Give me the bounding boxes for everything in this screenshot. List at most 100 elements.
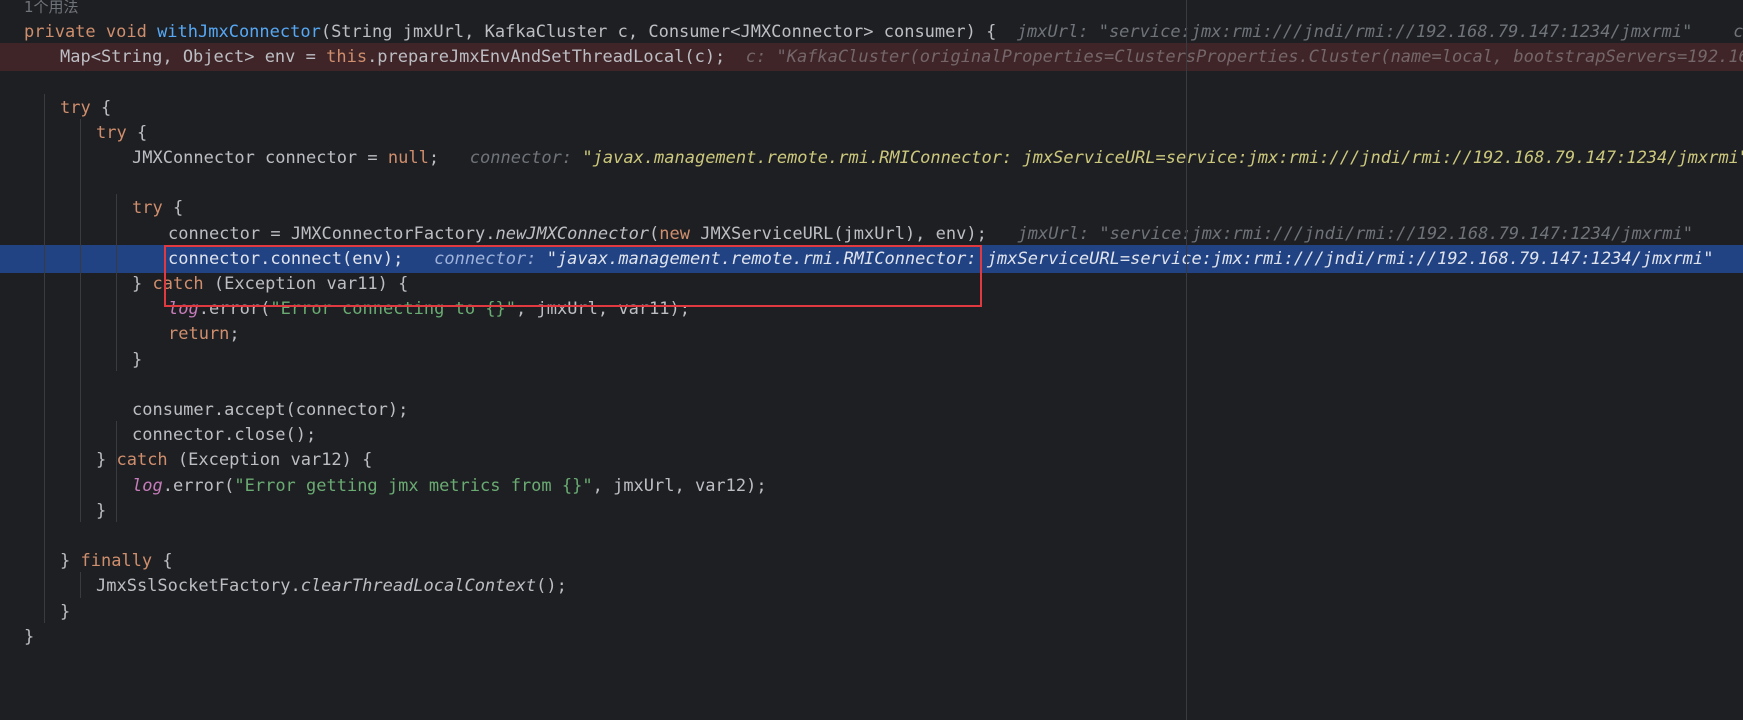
code-line[interactable]: } catch (Exception var11) { xyxy=(0,270,1743,298)
code-token: { xyxy=(162,198,184,219)
code-token: new xyxy=(659,223,691,244)
code-token: ; xyxy=(229,324,240,345)
inline-debug-value: "service:jmx:rmi:///jndi/rmi://192.168.7… xyxy=(1098,22,1693,42)
code-text: } xyxy=(24,623,34,651)
code-editor[interactable]: 1个用法 private void withJmxConnector(Strin… xyxy=(0,0,1743,720)
code-line[interactable]: return; xyxy=(0,320,1743,348)
inline-debug-value: c: "KafkaCluster(originalProperties=Clus… xyxy=(725,47,1743,68)
code-token: { xyxy=(126,122,148,143)
code-token: } xyxy=(132,349,143,370)
code-line[interactable]: log.error("Error connecting to {}", jmxU… xyxy=(0,295,1743,323)
code-text: try { xyxy=(132,194,183,222)
code-text: log.error("Error connecting to {}", jmxU… xyxy=(168,295,690,323)
code-token: null xyxy=(387,148,429,168)
code-text: JmxSslSocketFactory.clearThreadLocalCont… xyxy=(96,572,567,600)
breakpoint-line[interactable]: Map<String, Object> env = this.prepareJm… xyxy=(0,43,1743,72)
code-line[interactable]: connector = JMXConnectorFactory.newJMXCo… xyxy=(0,220,1743,248)
code-token: { xyxy=(90,97,112,118)
code-token: private void xyxy=(24,22,158,42)
code-line[interactable]: } finally { xyxy=(0,547,1743,575)
indent-guide xyxy=(44,93,45,623)
code-line[interactable]: try { xyxy=(0,194,1743,222)
code-line[interactable] xyxy=(0,68,1743,96)
code-text: } finally { xyxy=(60,547,173,575)
current-execution-line[interactable]: connector.connect(env); connector: "java… xyxy=(0,244,1743,273)
inline-debug-value: connector: xyxy=(439,148,583,168)
code-line[interactable]: JmxSslSocketFactory.clearThreadLocalCont… xyxy=(0,572,1743,600)
code-text: private void withJmxConnector(String jmx… xyxy=(24,18,1743,46)
code-token: } xyxy=(60,551,81,572)
code-line[interactable]: } catch (Exception var12) { xyxy=(0,446,1743,474)
indent-guide xyxy=(116,194,117,371)
code-token: (Exception var12) { xyxy=(167,450,373,471)
code-token: } xyxy=(96,450,117,471)
code-line[interactable]: log.error("Error getting jmx metrics fro… xyxy=(0,472,1743,500)
inline-debug-value: "javax.management.remote.rmi.RMIConnecto… xyxy=(582,148,1743,168)
code-token: (String jmxUrl, KafkaCluster c, Consumer… xyxy=(320,22,997,42)
code-token: Map<String, Object> env = xyxy=(60,47,327,68)
inline-debug-value: c: "K xyxy=(1733,22,1743,42)
code-token: log xyxy=(168,299,199,320)
code-line[interactable]: } xyxy=(0,598,1743,626)
code-line[interactable] xyxy=(0,169,1743,197)
code-token: try xyxy=(96,122,127,143)
indent-guide xyxy=(80,118,81,522)
code-line[interactable]: JMXConnector connector = null; connector… xyxy=(0,144,1743,172)
code-token: log xyxy=(132,475,163,496)
inline-debug-value: jmxUrl: xyxy=(996,22,1099,42)
code-text: try { xyxy=(96,119,147,147)
code-token: finally xyxy=(80,551,153,572)
code-text: consumer.accept(connector); xyxy=(132,396,408,424)
code-text: connector = JMXConnectorFactory.newJMXCo… xyxy=(168,220,1693,248)
code-text: } catch (Exception var12) { xyxy=(96,446,372,474)
code-text: } xyxy=(60,598,70,626)
code-line[interactable]: } xyxy=(0,497,1743,525)
code-text: Map<String, Object> env = this.prepareJm… xyxy=(60,43,1743,71)
code-token: connector = JMXConnectorFactory. xyxy=(168,223,496,244)
code-token: connector.connect(env); xyxy=(168,248,404,269)
code-token: catch xyxy=(116,450,168,471)
code-token: , jmxUrl, var12); xyxy=(592,475,767,496)
code-text: connector.connect(env); connector: "java… xyxy=(168,245,1743,273)
code-text: } xyxy=(96,497,106,525)
code-line[interactable]: try { xyxy=(0,94,1743,122)
inline-debug-value: en xyxy=(1713,249,1743,269)
code-text: return; xyxy=(168,320,240,348)
code-token: JMXServiceURL(jmxUrl), env); xyxy=(690,223,987,244)
code-token: } xyxy=(60,601,71,622)
code-token: try xyxy=(132,198,163,219)
code-line[interactable]: } xyxy=(0,346,1743,374)
code-token: try xyxy=(60,97,91,118)
code-token: , jmxUrl, var11); xyxy=(516,299,691,320)
inline-debug-value: "javax.management.remote.rmi.RMIConnecto… xyxy=(546,248,1714,269)
code-token: } xyxy=(96,500,107,521)
code-token: consumer.accept(connector); xyxy=(132,400,409,420)
code-line[interactable] xyxy=(0,522,1743,550)
indent-guide xyxy=(116,421,117,472)
code-token: ( xyxy=(649,223,660,244)
code-line[interactable]: consumer.accept(connector); xyxy=(0,396,1743,424)
code-line[interactable]: try { xyxy=(0,119,1743,147)
code-token: (); xyxy=(536,576,567,597)
inline-debug-value: "service:jmx:rmi:///jndi/rmi://192.168.7… xyxy=(1099,223,1694,244)
code-token: "Error connecting to {}" xyxy=(270,299,517,320)
code-token: newJMXConnector xyxy=(495,223,650,244)
code-token: this xyxy=(326,47,368,68)
code-line[interactable]: private void withJmxConnector(String jmx… xyxy=(0,18,1743,46)
code-text: log.error("Error getting jmx metrics fro… xyxy=(132,472,767,500)
code-token: .error( xyxy=(198,299,271,320)
code-line[interactable]: connector.close(); xyxy=(0,421,1743,449)
code-token: catch xyxy=(152,274,204,294)
code-token: ; xyxy=(428,148,440,168)
code-text: } xyxy=(132,346,142,374)
code-token: clearThreadLocalContext xyxy=(300,576,537,597)
code-line[interactable] xyxy=(0,371,1743,399)
inline-debug-value: jmxUrl: xyxy=(986,223,1100,244)
code-token: } xyxy=(24,626,35,647)
code-token: JmxSslSocketFactory. xyxy=(96,576,301,597)
code-token: connector.close(); xyxy=(132,425,317,446)
code-text: } catch (Exception var11) { xyxy=(132,270,408,298)
code-token: return xyxy=(168,324,230,345)
code-line[interactable]: } xyxy=(0,623,1743,651)
code-token: JMXConnector connector = xyxy=(132,148,388,168)
